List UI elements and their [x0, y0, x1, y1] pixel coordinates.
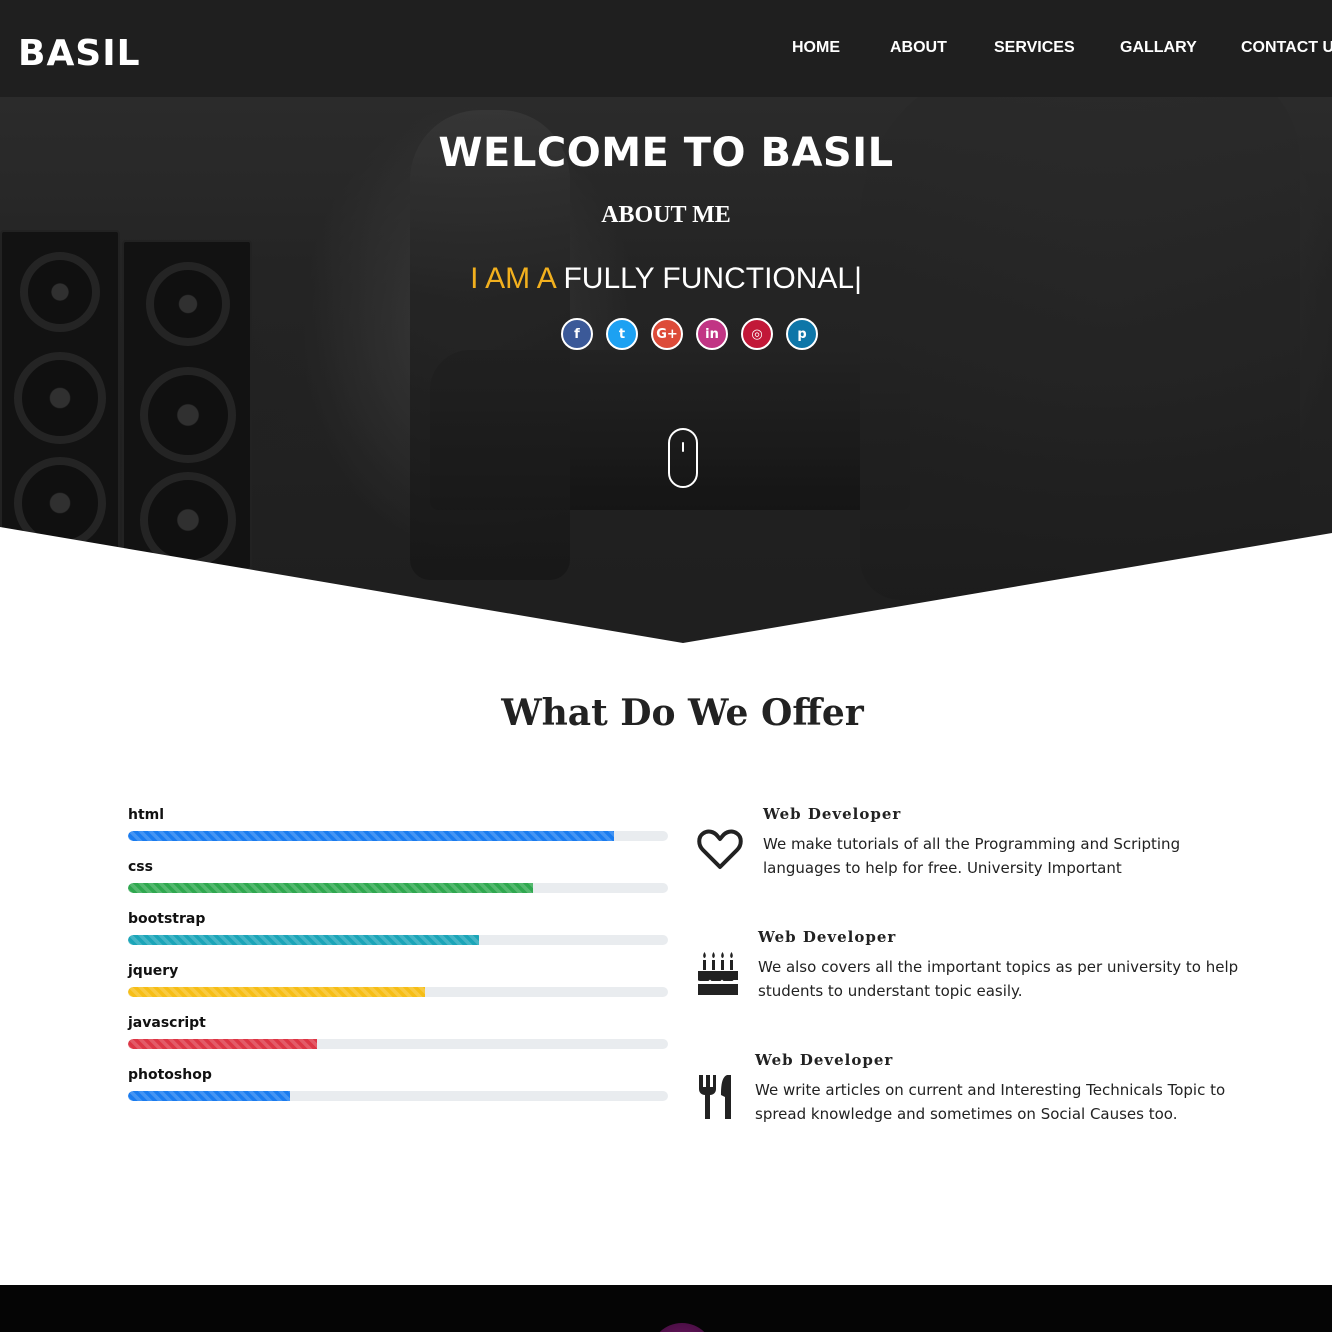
skill-progress-bar — [128, 987, 668, 997]
skill-progress-fill — [128, 831, 614, 841]
nav-item-contact[interactable]: CONTACT U — [1241, 38, 1332, 58]
mouse-scroll-icon[interactable] — [668, 428, 698, 488]
birthday-cake-icon — [697, 952, 739, 995]
twitter-icon[interactable]: t — [606, 318, 638, 350]
offer-section-title: What Do We Offer — [501, 692, 864, 734]
service-description: We write articles on current and Interes… — [755, 1081, 1226, 1123]
skill-label: photoshop — [128, 1067, 212, 1083]
hero-title: WELCOME TO BASIL — [438, 130, 894, 176]
linkedin-icon[interactable]: in — [696, 318, 728, 350]
skill-progress-bar — [128, 1039, 668, 1049]
skill-label: html — [128, 807, 165, 823]
service-title: Web Developer — [758, 928, 897, 946]
skill-label: bootstrap — [128, 911, 206, 927]
utensils-icon — [699, 1075, 731, 1119]
service-description: We make tutorials of all the Programming… — [763, 835, 1181, 877]
skill-progress-bar — [128, 935, 668, 945]
service-title: Web Developer — [755, 1051, 894, 1069]
hero-typed-text: I AM A FULLY FUNCTIONAL| — [0, 260, 1332, 298]
skill-progress-bar — [128, 883, 668, 893]
facebook-icon[interactable]: f — [561, 318, 593, 350]
brand-logo[interactable]: BASIL — [18, 32, 141, 76]
nav-item-home[interactable]: HOME — [792, 38, 840, 58]
navbar: BASIL HOME ABOUT SERVICES GALLARY CONTAC… — [0, 0, 1332, 97]
skill-progress-fill — [128, 935, 479, 945]
footer-avatar — [650, 1323, 714, 1332]
skill-progress-bar — [128, 831, 668, 841]
footer — [0, 1285, 1332, 1332]
typed-prefix: I AM A — [470, 262, 564, 295]
pinterest-icon[interactable]: p — [786, 318, 818, 350]
service-description: We also covers all the important topics … — [758, 958, 1239, 1000]
nav-item-gallary[interactable]: GALLARY — [1120, 38, 1197, 58]
skill-progress-bar — [128, 1091, 668, 1101]
instagram-icon[interactable]: ◎ — [741, 318, 773, 350]
typed-text: FULLY FUNCTIONAL| — [563, 262, 862, 295]
hero-subtitle: ABOUT ME — [601, 202, 731, 228]
skill-progress-fill — [128, 987, 425, 997]
skill-progress-fill — [128, 883, 533, 893]
skill-progress-fill — [128, 1039, 317, 1049]
nav-item-services[interactable]: SERVICES — [994, 38, 1075, 58]
nav-item-about[interactable]: ABOUT — [890, 38, 947, 58]
skill-progress-fill — [128, 1091, 290, 1101]
social-links: f t G+ in ◎ p — [561, 318, 818, 350]
google-plus-icon[interactable]: G+ — [651, 318, 683, 350]
skill-label: css — [128, 859, 153, 875]
skill-label: javascript — [128, 1015, 206, 1031]
skill-label: jquery — [128, 963, 179, 979]
service-title: Web Developer — [763, 805, 902, 823]
heart-icon — [697, 829, 743, 869]
